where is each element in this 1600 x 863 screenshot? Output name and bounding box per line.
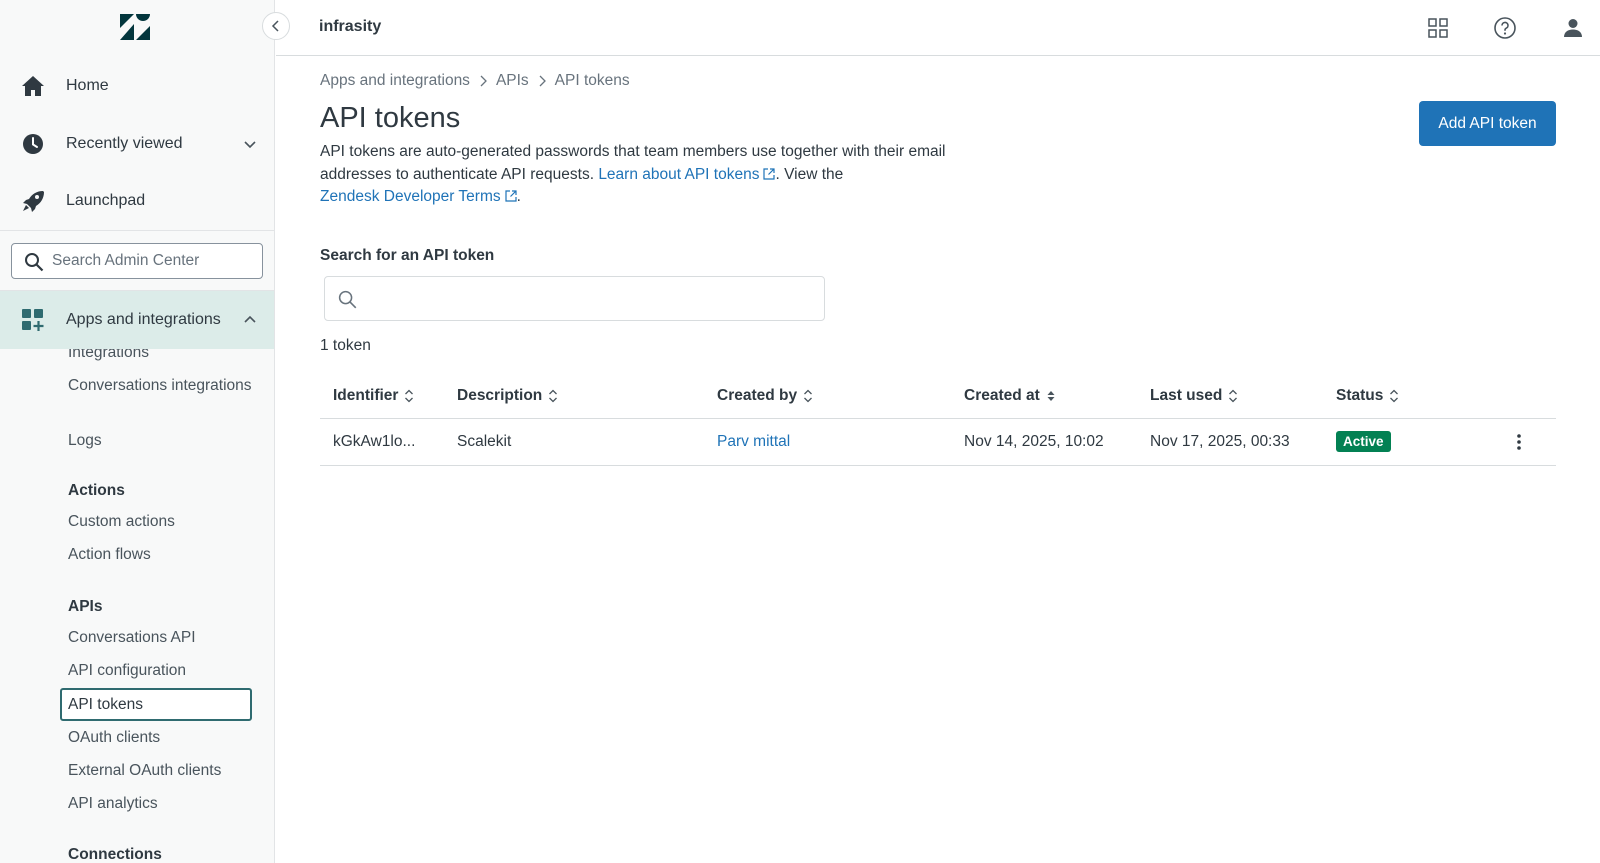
column-label: Status [1336,387,1384,404]
sidebar-link-integrations[interactable]: Integrations [68,349,258,364]
learn-about-api-tokens-link[interactable]: Learn about API tokens [598,165,776,183]
search-icon [25,253,44,272]
chevron-left-icon [271,20,279,32]
column-last-used[interactable]: Last used [1150,387,1238,405]
clock-icon [20,131,46,157]
sidebar-subnav: Integrations Conversations integrations … [0,349,274,863]
column-label: Created by [717,387,798,404]
column-label: Identifier [333,387,399,404]
nav-recently-viewed-label: Recently viewed [66,135,183,152]
help-icon[interactable] [1493,16,1517,40]
zendesk-logo[interactable] [118,12,152,42]
learn-link-text: Learn about API tokens [598,165,760,183]
page-title: API tokens [320,102,461,134]
row-actions-button[interactable] [1506,429,1532,455]
table-row: kGkAw1lo... Scalekit Parv mittal Nov 14,… [320,419,1556,466]
sort-descending-icon [1047,391,1055,401]
cell-created-by-link[interactable]: Parv mittal [717,433,790,451]
page-description: API tokens are auto-generated passwords … [320,141,960,209]
sidebar-link-conversations-integrations[interactable]: Conversations integrations [68,375,258,397]
description-text: . View the [775,165,844,183]
chevron-up-icon[interactable] [243,313,257,327]
products-grid-icon[interactable] [1426,16,1450,40]
terms-link-text: Zendesk Developer Terms [320,188,501,205]
home-icon [20,73,46,99]
token-search-input[interactable] [367,277,817,320]
sidebar-heading-actions: Actions [68,482,125,499]
sort-icon [1229,389,1238,403]
kebab-menu-icon [1517,434,1521,450]
sidebar: Home Recently viewed Launchpad Apps and … [0,0,275,863]
column-created-at[interactable]: Created at [964,387,1056,405]
sidebar-heading-apis: APIs [68,598,103,615]
sidebar-divider [0,230,274,231]
rocket-icon [20,188,46,214]
cell-created-at: Nov 14, 2025, 10:02 [964,433,1104,450]
column-description[interactable]: Description [457,387,558,405]
token-search [324,276,825,321]
chevron-right-icon [480,75,487,87]
sidebar-link-api-analytics[interactable]: API analytics [68,793,258,815]
column-status[interactable]: Status [1336,387,1399,405]
column-label: Last used [1150,387,1223,404]
breadcrumb: Apps and integrations APIs API tokens [320,72,630,90]
sort-icon [549,389,558,403]
sidebar-heading-connections: Connections [68,846,162,863]
sidebar-link-api-configuration[interactable]: API configuration [68,660,258,682]
nav-launchpad-label: Launchpad [66,192,146,209]
sidebar-link-oauth-clients[interactable]: OAuth clients [68,727,258,749]
sort-icon [1390,389,1399,403]
column-identifier[interactable]: Identifier [333,387,414,405]
top-bar: infrasity [276,0,1600,56]
zendesk-developer-terms-link[interactable]: Zendesk Developer Terms [320,188,517,205]
table-header: Identifier Description Created by Create… [320,377,1556,419]
token-count: 1 token [320,337,371,354]
org-name: infrasity [319,18,382,35]
nav-launchpad[interactable]: Launchpad [0,173,274,229]
sidebar-link-custom-actions[interactable]: Custom actions [68,511,258,533]
token-search-label: Search for an API token [320,247,495,264]
nav-apps-and-integrations[interactable]: Apps and integrations [0,291,274,349]
nav-home[interactable]: Home [0,58,274,114]
sidebar-link-logs[interactable]: Logs [68,430,258,452]
api-tokens-table: Identifier Description Created by Create… [320,377,1556,466]
search-icon [338,290,357,309]
cell-last-used: Nov 17, 2025, 00:33 [1150,433,1290,450]
breadcrumb-apis[interactable]: APIs [496,72,529,90]
admin-search-input[interactable] [52,244,257,278]
chevron-right-icon [539,75,546,87]
sidebar-link-action-flows[interactable]: Action flows [68,544,258,566]
breadcrumb-api-tokens: API tokens [554,72,630,89]
column-label: Description [457,387,543,404]
sort-icon [804,389,813,403]
admin-search [11,243,263,279]
collapse-sidebar-button[interactable] [262,12,290,40]
breadcrumb-apps-and-integrations[interactable]: Apps and integrations [320,72,470,90]
sidebar-link-api-tokens[interactable]: API tokens [60,688,252,721]
column-label: Created at [964,387,1040,404]
chevron-down-icon[interactable] [243,137,257,151]
user-icon[interactable] [1561,16,1585,40]
apps-add-icon [20,307,46,333]
description-text: . [516,188,521,205]
add-api-token-button[interactable]: Add API token [1419,101,1556,146]
external-link-icon [505,190,517,202]
status-badge: Active [1336,431,1391,452]
nav-home-label: Home [66,77,109,94]
cell-identifier: kGkAw1lo... [333,433,416,450]
sidebar-link-conversations-api[interactable]: Conversations API [68,627,258,649]
nav-apps-label: Apps and integrations [66,311,221,328]
external-link-icon [763,167,776,180]
sidebar-link-external-oauth-clients[interactable]: External OAuth clients [68,760,258,782]
sort-icon [405,389,414,403]
nav-recently-viewed[interactable]: Recently viewed [0,116,274,172]
column-created-by[interactable]: Created by [717,387,813,405]
cell-description: Scalekit [457,433,512,450]
